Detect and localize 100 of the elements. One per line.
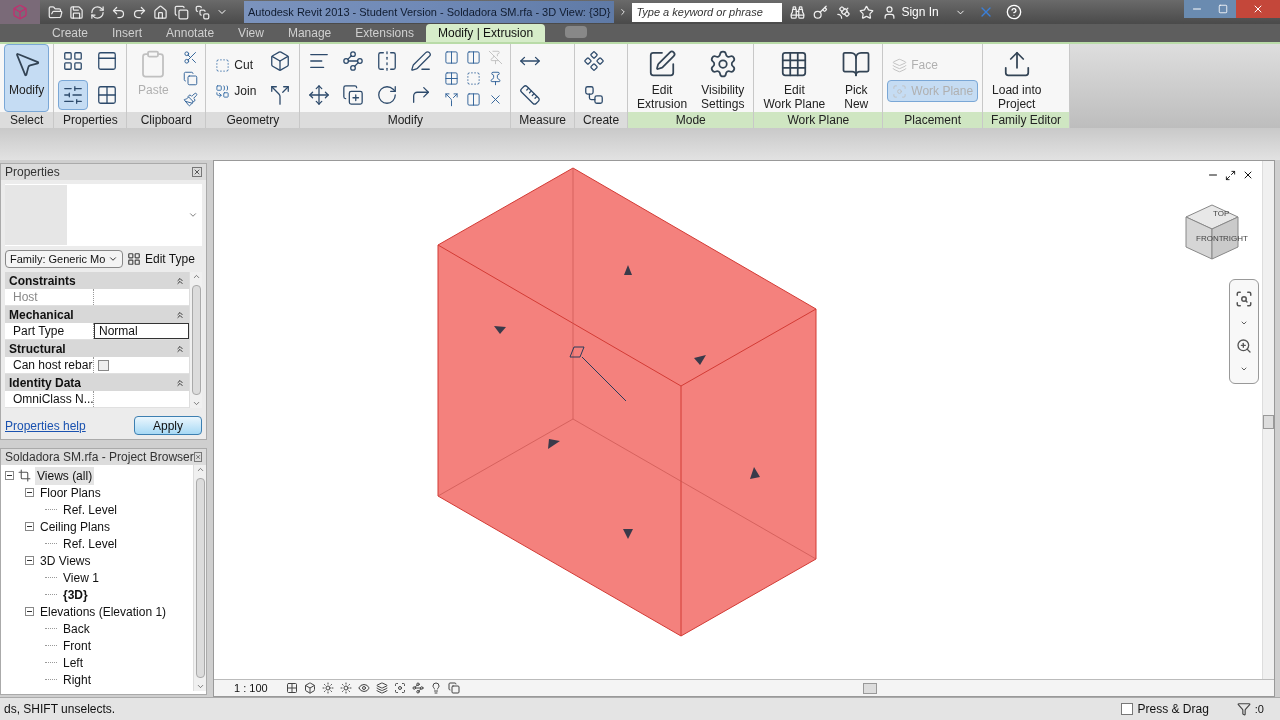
- collapse-toggle[interactable]: [5, 471, 14, 480]
- tree-item[interactable]: Back: [61, 619, 92, 638]
- tree-item[interactable]: {3D}: [61, 585, 90, 604]
- quick-access-icon[interactable]: [153, 4, 168, 20]
- checkbox[interactable]: [1121, 703, 1134, 715]
- collapse-icon[interactable]: [175, 343, 185, 354]
- ribbon-button[interactable]: Visibility Settings: [696, 44, 750, 112]
- edit-type-button[interactable]: Edit Type: [127, 250, 195, 268]
- view-control-icon[interactable]: [429, 682, 442, 694]
- tree-item[interactable]: Views (all): [35, 466, 95, 485]
- tool-icon: [841, 49, 872, 79]
- tree-item[interactable]: Ceiling Plans: [38, 517, 113, 536]
- view-control-icon[interactable]: [411, 682, 424, 694]
- collapse-toggle[interactable]: [25, 556, 34, 565]
- group-header: Identity Data: [9, 374, 81, 392]
- ribbon-button[interactable]: Cut: [210, 54, 262, 76]
- tool-icon: [465, 70, 481, 86]
- window-title: Autodesk Revit 2013 - Student Version - Soldadora SM.rfa - 3D View: {3D}: [244, 1, 615, 23]
- tree-item[interactable]: Left: [61, 653, 85, 672]
- ribbon-tab[interactable]: Extensions: [343, 24, 426, 42]
- quick-access-icon[interactable]: [48, 4, 63, 20]
- toolbar-icon[interactable]: [813, 4, 829, 20]
- ribbon-button[interactable]: Load into Project: [987, 44, 1047, 112]
- steering-wheel-icon[interactable]: [1235, 289, 1253, 308]
- tool-icon: [410, 50, 433, 72]
- collapse-toggle[interactable]: [25, 607, 34, 616]
- sign-in-link[interactable]: Sign In: [901, 3, 939, 21]
- view-control-icon[interactable]: [393, 682, 406, 694]
- quick-access-icon[interactable]: [111, 4, 126, 20]
- quick-access-icon[interactable]: [132, 4, 147, 20]
- group-header: Structural: [9, 340, 66, 358]
- toolbar-icon[interactable]: [836, 4, 852, 20]
- quick-access-icon[interactable]: [195, 4, 210, 20]
- ribbon-tab[interactable]: View: [226, 24, 276, 42]
- tool-icon: [443, 91, 459, 107]
- ribbon-tab[interactable]: Create: [40, 24, 101, 42]
- apply-button[interactable]: Apply: [134, 416, 202, 435]
- scroll-down-icon[interactable]: [195, 682, 205, 691]
- tool-icon: [487, 70, 503, 86]
- dropdown-icon[interactable]: [188, 210, 198, 220]
- tool-icon: [269, 50, 292, 72]
- restore-icon[interactable]: [1225, 169, 1236, 181]
- scroll-up-icon[interactable]: [195, 465, 205, 474]
- tool-button[interactable]: [58, 80, 89, 110]
- zoom-icon[interactable]: [1236, 338, 1252, 355]
- edit-type-icon: [127, 252, 141, 266]
- ribbon-button[interactable]: Join: [210, 80, 262, 102]
- collapse-icon[interactable]: [175, 377, 185, 388]
- tool-icon: [215, 83, 231, 99]
- view-control-icon[interactable]: [339, 682, 352, 694]
- collapse-toggle[interactable]: [25, 488, 34, 497]
- collapse-icon[interactable]: [175, 309, 185, 320]
- tree-item[interactable]: Ref. Level: [61, 500, 120, 519]
- ribbon-button[interactable]: Edit Extrusion: [632, 44, 693, 112]
- tool-icon: [443, 70, 459, 86]
- toolbar-icon[interactable]: [859, 4, 875, 20]
- ribbon-button[interactable]: Modify: [4, 44, 50, 112]
- checkbox[interactable]: [98, 359, 109, 371]
- collapse-toggle[interactable]: [25, 522, 34, 531]
- scrollbar[interactable]: [193, 465, 206, 691]
- tree-item[interactable]: 3D Views: [38, 551, 93, 570]
- search-field[interactable]: Type a keyword or phrase: [632, 2, 783, 22]
- quick-access-icon[interactable]: [174, 4, 189, 20]
- view-control-icon[interactable]: [303, 682, 316, 694]
- view-control-icon[interactable]: [321, 682, 334, 694]
- scrollbar[interactable]: [189, 272, 202, 408]
- scroll-up-icon[interactable]: [191, 272, 201, 281]
- close-icon[interactable]: [1242, 169, 1254, 181]
- quick-access-icon[interactable]: [69, 4, 84, 20]
- ribbon-button[interactable]: Edit Work Plane: [758, 44, 831, 112]
- view-control-icon[interactable]: [357, 682, 370, 694]
- view-control-icon[interactable]: [375, 682, 388, 694]
- filter-icon[interactable]: [1236, 702, 1251, 716]
- tree-item[interactable]: Ref. Level: [61, 534, 120, 553]
- type-selector[interactable]: Family: Generic Mo: [5, 250, 123, 268]
- help-icon[interactable]: [1005, 4, 1022, 20]
- property-name: Part Type: [5, 323, 94, 339]
- tool-icon: [342, 50, 365, 72]
- property-value[interactable]: Normal: [94, 323, 189, 339]
- ribbon-button[interactable]: Pick New: [834, 44, 879, 112]
- scrollbar[interactable]: [1262, 161, 1274, 679]
- quick-access-icon[interactable]: [90, 4, 105, 20]
- tree-item[interactable]: Elevations (Elevation 1): [38, 602, 169, 621]
- view-control-icon[interactable]: [285, 682, 298, 694]
- tree-item[interactable]: Front: [61, 636, 93, 655]
- tree-item[interactable]: Right: [61, 670, 93, 689]
- collapse-icon[interactable]: [175, 275, 185, 286]
- ribbon-tab[interactable]: Manage: [275, 24, 344, 42]
- scroll-down-icon[interactable]: [191, 399, 201, 408]
- tree-item[interactable]: View 1: [61, 568, 101, 587]
- properties-help-link[interactable]: Properties help: [5, 416, 86, 435]
- ribbon-tab[interactable]: Modify | Extrusion: [425, 24, 546, 42]
- view-control-icon[interactable]: [447, 682, 460, 694]
- ribbon-tab[interactable]: Annotate: [154, 24, 227, 42]
- toolbar-icon[interactable]: [790, 4, 806, 20]
- view-scale[interactable]: 1 : 100: [234, 679, 268, 697]
- toolbar-icon[interactable]: [882, 4, 898, 20]
- ribbon-tab[interactable]: Insert: [100, 24, 155, 42]
- tool-icon: [96, 50, 119, 72]
- tree-item[interactable]: Floor Plans: [38, 483, 103, 502]
